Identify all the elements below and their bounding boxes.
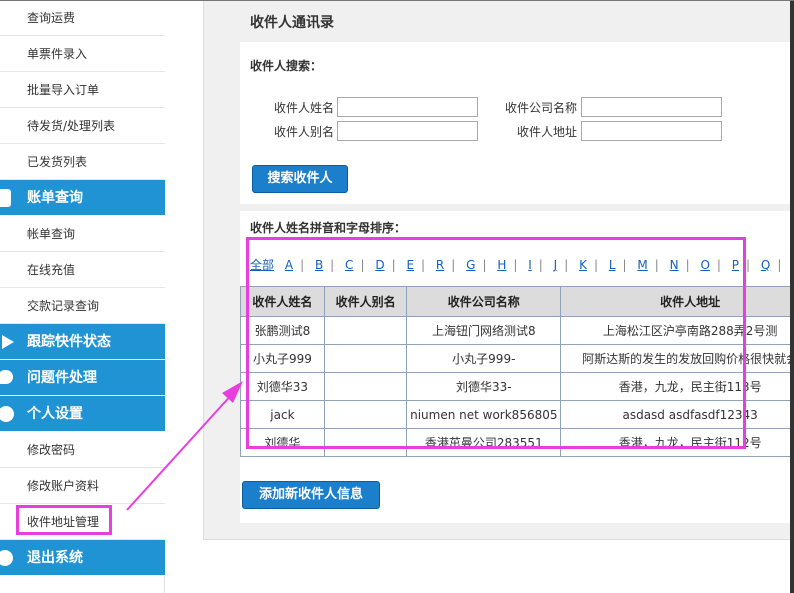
sidebar-item-label: 查询运费 bbox=[27, 11, 76, 25]
window-edge bbox=[790, 0, 794, 593]
sidebar-item-label: 修改密码 bbox=[27, 443, 76, 457]
sidebar-item-edit-account[interactable]: 修改账户资料 bbox=[0, 468, 165, 504]
address-label: 收件人地址 bbox=[516, 125, 577, 139]
sidebar-item-label: 待发货/处理列表 bbox=[27, 119, 116, 133]
sidebar-section-label: 个人设置 bbox=[27, 406, 83, 422]
sidebar-section-problems[interactable]: 问题件处理 bbox=[0, 360, 165, 396]
company-label: 收件公司名称 bbox=[504, 101, 577, 115]
window-top-edge bbox=[0, 0, 794, 1]
sidebar-section-tracking[interactable]: 跟踪快件状态 bbox=[0, 324, 165, 360]
sidebar-section-label: 问题件处理 bbox=[27, 370, 97, 386]
sort-heading: 收件人姓名拼音和字母排序： bbox=[250, 221, 407, 235]
search-heading: 收件人搜索： bbox=[250, 59, 323, 73]
gear-icon bbox=[0, 406, 14, 422]
sidebar-item-bill-query[interactable]: 帐单查询 bbox=[0, 216, 165, 252]
arrow-right-icon bbox=[2, 335, 14, 349]
headset-icon bbox=[0, 550, 13, 566]
alias-label: 收件人别名 bbox=[273, 125, 334, 139]
alias-input[interactable] bbox=[337, 121, 478, 141]
search-recipient-button[interactable]: 搜索收件人 bbox=[252, 165, 348, 193]
sidebar-section-settings[interactable]: 个人设置 bbox=[0, 396, 165, 432]
sidebar-item-label: 已发货列表 bbox=[27, 155, 88, 169]
sidebar-item-query-shipping[interactable]: 查询运费 bbox=[0, 0, 165, 36]
sidebar-item-label: 批量导入订单 bbox=[27, 83, 100, 97]
sidebar-item-payment-records[interactable]: 交款记录查询 bbox=[0, 288, 165, 324]
sidebar-section-label: 退出系统 bbox=[27, 550, 83, 566]
sidebar-section-label: 跟踪快件状态 bbox=[27, 334, 111, 350]
address-input[interactable] bbox=[581, 121, 722, 141]
sidebar-item-label: 修改账户资料 bbox=[27, 479, 100, 493]
add-recipient-button[interactable]: 添加新收件人信息 bbox=[242, 481, 380, 509]
sidebar-item-batch-import[interactable]: 批量导入订单 bbox=[0, 72, 165, 108]
chat-icon bbox=[0, 370, 13, 384]
sidebar-section-billing[interactable]: 账单查询 bbox=[0, 180, 165, 216]
sidebar-item-label: 单票件录入 bbox=[27, 47, 88, 61]
annotation-highlight-box bbox=[16, 505, 112, 535]
sidebar-item-shipped-list[interactable]: 已发货列表 bbox=[0, 144, 165, 180]
sidebar-item-pending-list[interactable]: 待发货/处理列表 bbox=[0, 108, 165, 144]
name-label: 收件人姓名 bbox=[273, 101, 334, 115]
company-input[interactable] bbox=[581, 97, 722, 117]
sidebar-item-label: 交款记录查询 bbox=[27, 299, 100, 313]
letter-link[interactable]: Q bbox=[761, 258, 770, 272]
page-title: 收件人通讯录 bbox=[250, 15, 334, 31]
name-input[interactable] bbox=[337, 97, 478, 117]
sidebar-section-logout[interactable]: 退出系统 bbox=[0, 540, 165, 576]
sidebar-item-label: 帐单查询 bbox=[27, 227, 76, 241]
sidebar-item-change-password[interactable]: 修改密码 bbox=[0, 432, 165, 468]
annotation-rectangle bbox=[246, 237, 746, 449]
sidebar-item-online-recharge[interactable]: 在线充值 bbox=[0, 252, 165, 288]
sidebar-section-label: 账单查询 bbox=[27, 190, 83, 206]
sidebar-item-single-entry[interactable]: 单票件录入 bbox=[0, 36, 165, 72]
sidebar-item-label: 在线充值 bbox=[27, 263, 76, 277]
document-icon bbox=[0, 189, 11, 207]
